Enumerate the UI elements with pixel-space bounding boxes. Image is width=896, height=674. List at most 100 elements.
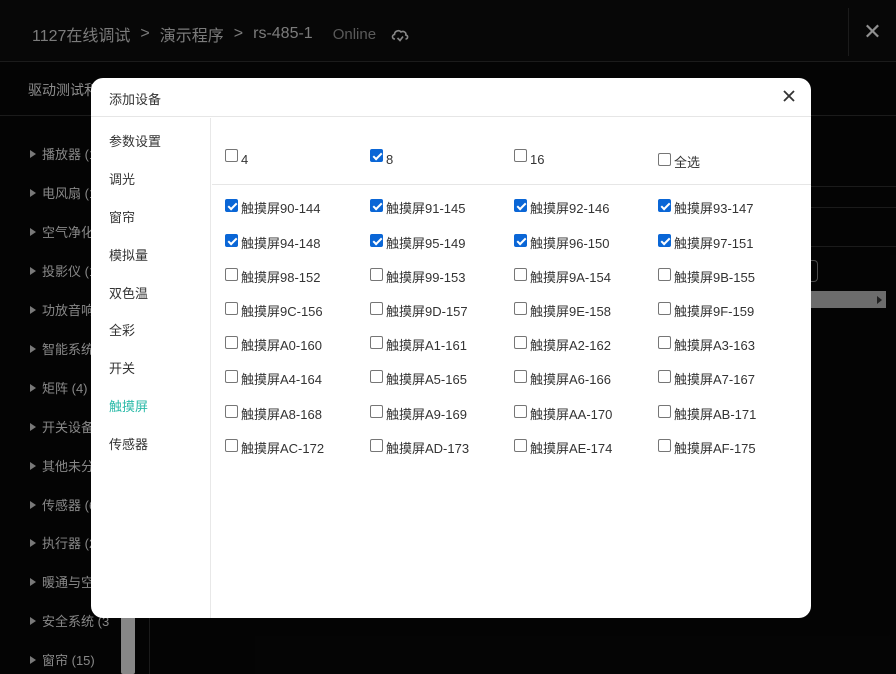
checkbox[interactable] (658, 268, 671, 281)
device-checkbox-item[interactable]: 触摸屏A5-165 (370, 364, 467, 387)
checkbox[interactable] (658, 234, 671, 247)
device-checkbox-item[interactable]: 触摸屏9C-156 (225, 296, 323, 319)
device-label: 触摸屏AB-171 (674, 407, 757, 422)
checkbox[interactable] (658, 153, 671, 166)
device-checkbox-item[interactable]: 触摸屏A2-162 (514, 330, 611, 353)
checkbox[interactable] (514, 199, 527, 212)
device-label: 触摸屏90-144 (241, 201, 321, 216)
device-checkbox-item[interactable]: 触摸屏AD-173 (370, 433, 469, 456)
checkbox[interactable] (514, 336, 527, 349)
checkbox[interactable] (658, 370, 671, 383)
device-checkbox-item[interactable]: 触摸屏A3-163 (658, 330, 755, 353)
device-checkbox-item[interactable]: 触摸屏93-147 (658, 193, 753, 216)
checkbox[interactable] (370, 234, 383, 247)
device-label: 触摸屏97-151 (674, 236, 754, 251)
select-all-checkbox[interactable]: 全选 (658, 147, 700, 170)
checkbox[interactable] (658, 199, 671, 212)
device-label: 触摸屏AC-172 (241, 441, 325, 456)
device-label: 触摸屏9C-156 (241, 304, 323, 319)
checkbox[interactable] (658, 336, 671, 349)
nav-item-switch[interactable]: 开关 (109, 358, 135, 377)
device-checkbox-item[interactable]: 触摸屏9F-159 (658, 296, 754, 319)
group-checkbox-4[interactable]: 4 (225, 147, 248, 167)
checkbox[interactable] (225, 302, 238, 315)
device-checkbox-item[interactable]: 触摸屏A8-168 (225, 399, 322, 422)
add-device-dialog: 添加设备 参数设置 调光 窗帘 模拟量 双色温 全彩 开关 触摸屏 传感器 4 … (91, 78, 811, 618)
device-checkbox-item[interactable]: 触摸屏AA-170 (514, 399, 612, 422)
device-checkbox-item[interactable]: 触摸屏9A-154 (514, 262, 611, 285)
group-checkbox-8[interactable]: 8 (370, 147, 393, 167)
device-checkbox-item[interactable]: 触摸屏92-146 (514, 193, 609, 216)
device-label: 触摸屏A2-162 (530, 338, 611, 353)
device-checkbox-item[interactable]: 触摸屏AB-171 (658, 399, 756, 422)
nav-item-dimming[interactable]: 调光 (109, 169, 135, 188)
device-label: 触摸屏96-150 (530, 236, 610, 251)
device-checkbox-item[interactable]: 触摸屏97-151 (658, 228, 753, 251)
checkbox[interactable] (370, 302, 383, 315)
checkbox[interactable] (658, 439, 671, 452)
device-checkbox-item[interactable]: 触摸屏A0-160 (225, 330, 322, 353)
checkbox[interactable] (370, 405, 383, 418)
checkbox[interactable] (514, 302, 527, 315)
device-checkbox-item[interactable]: 触摸屏99-153 (370, 262, 465, 285)
nav-item-full-color[interactable]: 全彩 (109, 320, 135, 339)
nav-item-sensor[interactable]: 传感器 (109, 434, 148, 453)
checkbox[interactable] (370, 370, 383, 383)
checkbox[interactable] (514, 439, 527, 452)
checkbox[interactable] (514, 149, 527, 162)
device-label: 触摸屏98-152 (241, 270, 321, 285)
device-checkbox-item[interactable]: 触摸屏AF-175 (658, 433, 756, 456)
device-checkbox-item[interactable]: 触摸屏9B-155 (658, 262, 755, 285)
device-label: 触摸屏A5-165 (386, 372, 467, 387)
device-label: 触摸屏A8-168 (241, 407, 322, 422)
checkbox[interactable] (370, 336, 383, 349)
device-checkbox-item[interactable]: 触摸屏91-145 (370, 193, 465, 216)
device-checkbox-item[interactable]: 触摸屏AC-172 (225, 433, 324, 456)
device-checkbox-item[interactable]: 触摸屏A4-164 (225, 364, 322, 387)
group-checkbox-16[interactable]: 16 (514, 147, 544, 167)
device-label: 触摸屏A9-169 (386, 407, 467, 422)
checkbox[interactable] (514, 370, 527, 383)
device-checkbox-item[interactable]: 触摸屏A6-166 (514, 364, 611, 387)
device-checkbox-item[interactable]: 触摸屏94-148 (225, 228, 320, 251)
device-checkbox-item[interactable]: 触摸屏95-149 (370, 228, 465, 251)
device-checkbox-item[interactable]: 触摸屏9E-158 (514, 296, 611, 319)
checkbox[interactable] (370, 268, 383, 281)
nav-item-dual-color-temp[interactable]: 双色温 (109, 283, 148, 302)
checkbox[interactable] (370, 199, 383, 212)
device-label: 触摸屏9B-155 (674, 270, 755, 285)
device-checkbox-item[interactable]: 触摸屏A9-169 (370, 399, 467, 422)
checkbox[interactable] (370, 439, 383, 452)
checkbox[interactable] (225, 268, 238, 281)
checkbox[interactable] (225, 234, 238, 247)
checkbox[interactable] (225, 149, 238, 162)
device-checkbox-item[interactable]: 触摸屏A7-167 (658, 364, 755, 387)
checkbox[interactable] (225, 439, 238, 452)
nav-item-params[interactable]: 参数设置 (109, 131, 161, 150)
device-label: 触摸屏94-148 (241, 236, 321, 251)
checkbox[interactable] (514, 268, 527, 281)
checkbox[interactable] (225, 336, 238, 349)
device-label: 触摸屏AD-173 (386, 441, 470, 456)
device-checkbox-item[interactable]: 触摸屏90-144 (225, 193, 320, 216)
device-checkbox-item[interactable]: 触摸屏AE-174 (514, 433, 612, 456)
device-label: 触摸屏9D-157 (386, 304, 468, 319)
checkbox[interactable] (514, 234, 527, 247)
device-checkbox-item[interactable]: 触摸屏96-150 (514, 228, 609, 251)
device-label: 触摸屏99-153 (386, 270, 466, 285)
checkbox[interactable] (658, 405, 671, 418)
close-icon[interactable] (781, 88, 797, 104)
device-checkbox-item[interactable]: 触摸屏9D-157 (370, 296, 468, 319)
device-checkbox-item[interactable]: 触摸屏98-152 (225, 262, 320, 285)
nav-item-analog[interactable]: 模拟量 (109, 245, 148, 264)
checkbox[interactable] (225, 199, 238, 212)
nav-item-touchscreen[interactable]: 触摸屏 (109, 396, 148, 415)
checkbox[interactable] (225, 405, 238, 418)
checkbox[interactable] (370, 149, 383, 162)
checkbox[interactable] (225, 370, 238, 383)
device-checkbox-item[interactable]: 触摸屏A1-161 (370, 330, 467, 353)
device-label: 触摸屏A4-164 (241, 372, 322, 387)
nav-item-curtain[interactable]: 窗帘 (109, 207, 135, 226)
checkbox[interactable] (514, 405, 527, 418)
checkbox[interactable] (658, 302, 671, 315)
